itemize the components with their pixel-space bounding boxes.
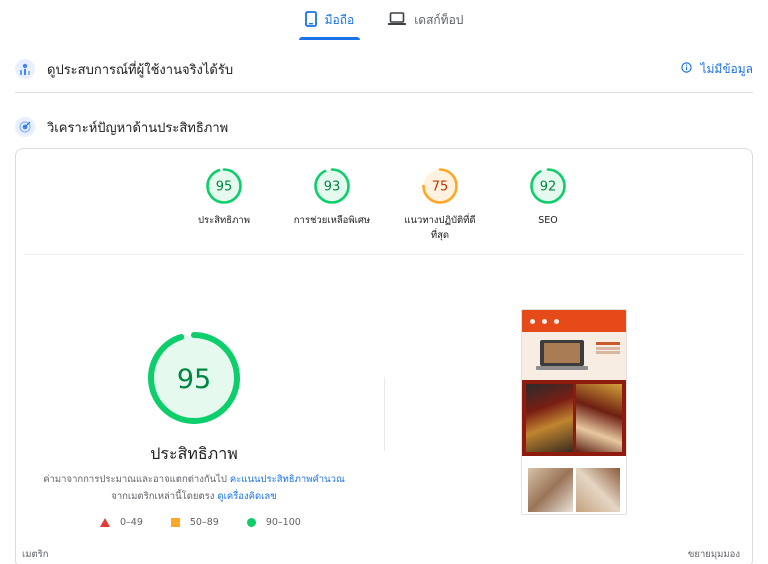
- circle-icon: [246, 518, 256, 527]
- no-data-link[interactable]: ไม่มีข้อมูล: [681, 60, 753, 79]
- lab-data-icon: [15, 117, 35, 137]
- square-icon: [170, 518, 180, 527]
- diagnose-section: วิเคราะห์ปัญหาด้านประสิทธิภาพ: [15, 112, 753, 142]
- legend-pass: 90–100: [246, 517, 301, 528]
- expand-view-toggle[interactable]: ขยายมุมมอง: [688, 547, 740, 562]
- gauge-best-practices-label: แนวทางปฏิบัติที่ดี ที่สุด: [404, 215, 476, 241]
- section-divider: [15, 92, 753, 93]
- tab-mobile-label: มือถือ: [324, 12, 355, 27]
- svg-text:75: 75: [432, 180, 449, 195]
- svg-text:93: 93: [324, 180, 341, 195]
- screenshot-header: [522, 310, 626, 332]
- gauge-performance[interactable]: 95 ประสิทธิภาพ: [183, 167, 265, 243]
- field-data-title: ดูประสบการณ์ที่ผู้ใช้งานจริงได้รับ: [47, 62, 234, 78]
- gauge-best-practices-ring: 75: [422, 168, 458, 204]
- svg-text:95: 95: [177, 364, 211, 395]
- performance-score-gauge: 95: [148, 332, 240, 424]
- vertical-divider: [384, 377, 385, 451]
- gauge-performance-ring: 95: [206, 168, 242, 204]
- final-screenshot: [521, 309, 627, 515]
- triangle-icon: [100, 518, 110, 527]
- category-gauges: 95 ประสิทธิภาพ 93 การช่วยเหลือพิเศษ 75 แ…: [16, 167, 752, 243]
- screenshot-posters: [522, 380, 626, 456]
- tab-desktop-label: เดสก์ท็อป: [414, 12, 464, 27]
- gauge-accessibility-label: การช่วยเหลือพิเศษ: [293, 215, 371, 226]
- gauge-best-practices[interactable]: 75 แนวทางปฏิบัติที่ดี ที่สุด: [399, 167, 481, 243]
- screenshot-hero: [522, 332, 626, 380]
- report-card: 95 ประสิทธิภาพ 93 การช่วยเหลือพิเศษ 75 แ…: [15, 148, 753, 564]
- metrics-label: เมตริก: [22, 549, 49, 560]
- device-tabs: มือถือ เดสก์ท็อป: [0, 0, 768, 40]
- laptop-icon: [388, 11, 407, 29]
- info-icon: [681, 62, 693, 76]
- field-data-section: ดูประสบการณ์ที่ผู้ใช้งานจริงได้รับ ไม่มี…: [15, 54, 753, 84]
- gauge-seo-label: SEO: [538, 215, 558, 226]
- svg-text:95: 95: [216, 180, 233, 195]
- tab-desktop[interactable]: เดสก์ท็อป: [384, 0, 467, 40]
- card-divider: [24, 254, 744, 255]
- users-data-icon: [15, 59, 35, 79]
- performance-title: ประสิทธิภาพ: [150, 444, 238, 463]
- score-legend: 0–49 50–89 90–100: [100, 517, 301, 528]
- svg-text:92: 92: [540, 180, 557, 195]
- smartphone-icon: [304, 10, 317, 30]
- screenshot-photos: [522, 468, 626, 512]
- gauge-accessibility-ring: 93: [314, 168, 350, 204]
- calculator-link[interactable]: ดูเครื่องคิดเลข: [217, 491, 276, 502]
- score-calculation-link[interactable]: คะแนนประสิทธิภาพคำนวณ: [230, 474, 345, 485]
- no-data-label: ไม่มีข้อมูล: [700, 61, 753, 76]
- gauge-performance-label: ประสิทธิภาพ: [198, 215, 250, 226]
- diagnose-title: วิเคราะห์ปัญหาด้านประสิทธิภาพ: [47, 120, 229, 136]
- tab-mobile[interactable]: มือถือ: [298, 0, 360, 40]
- legend-average: 50–89: [170, 517, 219, 528]
- performance-description: ค่ามาจากการประมาณและอาจแตกต่างกันไป คะแน…: [43, 474, 345, 502]
- gauge-accessibility[interactable]: 93 การช่วยเหลือพิเศษ: [291, 167, 373, 243]
- legend-fail: 0–49: [100, 517, 143, 528]
- gauge-seo-ring: 92: [530, 168, 566, 204]
- gauge-seo[interactable]: 92 SEO: [507, 167, 589, 243]
